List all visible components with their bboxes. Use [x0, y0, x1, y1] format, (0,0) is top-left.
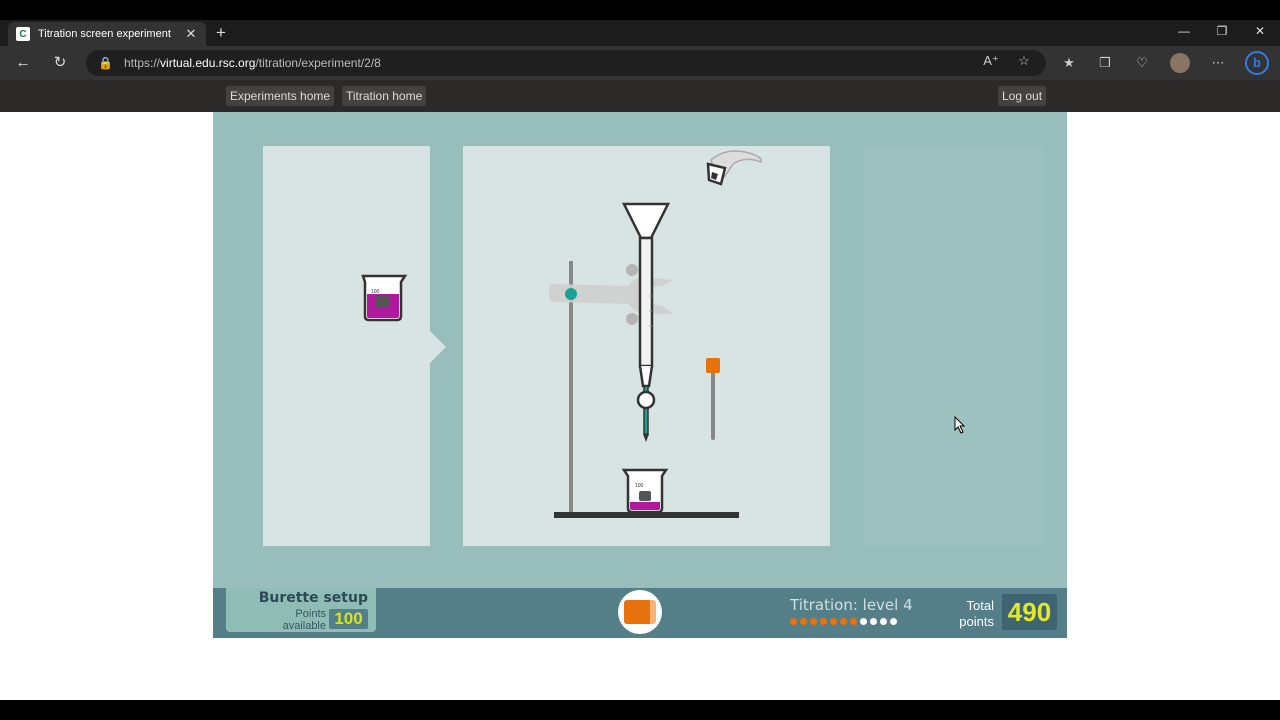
page-content: 100 100 Burette setup Points available 1… — [0, 112, 1280, 700]
progress-dot — [820, 618, 827, 625]
collections-icon[interactable]: ❐ — [1096, 55, 1114, 73]
favorites-icon[interactable]: ★ — [1060, 55, 1078, 73]
status-bar: Burette setup Points available 100 Titra… — [213, 588, 1067, 638]
read-aloud-icon[interactable]: A⁺ — [982, 53, 1000, 69]
tab-title: Titration screen experiment — [38, 28, 171, 40]
points-available-label: Points available — [282, 608, 326, 632]
stirring-rod[interactable] — [711, 370, 715, 440]
total-points-label: Total points — [959, 598, 994, 629]
browser-window: C Titration screen experiment ✕ + — ❐ ✕ … — [0, 20, 1280, 700]
site-navigation: Experiments home Titration home Log out — [0, 80, 1280, 112]
screen: C Titration screen experiment ✕ + — ❐ ✕ … — [0, 0, 1280, 720]
panel-pointer — [430, 331, 446, 363]
points-available-value: 100 — [329, 609, 368, 629]
equipment-panel: 100 — [263, 146, 430, 546]
new-tab-button[interactable]: + — [212, 24, 230, 42]
rod-stopper — [706, 358, 720, 373]
burette-clamp[interactable] — [549, 264, 673, 325]
titration-apparatus: 100 — [549, 150, 762, 518]
hidden-results-panel — [863, 146, 1043, 546]
progress-dot — [840, 618, 847, 625]
progress-dot — [790, 618, 797, 625]
stage-box: Burette setup Points available 100 — [226, 588, 376, 632]
mouse-cursor-icon — [954, 416, 966, 434]
browser-tab[interactable]: C Titration screen experiment ✕ — [8, 22, 206, 46]
flask-beaker[interactable]: 100 — [621, 468, 669, 514]
reset-icon — [624, 600, 652, 624]
flask-label-text: 100 — [635, 483, 644, 489]
workspace-panel: 100 — [463, 146, 830, 546]
progress-dot — [850, 618, 857, 625]
url-bar[interactable]: 🔒 https://virtual.edu.rsc.org/titration/… — [86, 50, 1046, 76]
profile-avatar[interactable] — [1170, 53, 1190, 73]
total-points-value: 490 — [1002, 594, 1057, 630]
bing-copilot-icon[interactable]: b — [1245, 51, 1269, 75]
indicator-beaker[interactable]: 100 — [263, 146, 430, 546]
experiments-home-button[interactable]: Experiments home — [226, 86, 335, 106]
restore-button[interactable]: ❐ — [1212, 24, 1232, 38]
lock-icon: 🔒 — [98, 56, 113, 70]
url-text: https://virtual.edu.rsc.org/titration/ex… — [124, 56, 381, 70]
minimize-button[interactable]: — — [1174, 24, 1194, 38]
beaker-label-text: 100 — [371, 289, 380, 295]
reset-button[interactable] — [618, 590, 662, 634]
tab-strip: C Titration screen experiment ✕ + — ❐ ✕ — [0, 20, 1280, 46]
browser-essentials-icon[interactable]: ♡ — [1133, 55, 1151, 73]
rsc-favicon-icon: C — [16, 27, 30, 41]
titration-home-button[interactable]: Titration home — [342, 86, 427, 106]
more-menu-icon[interactable]: ⋯ — [1209, 55, 1227, 73]
funnel[interactable] — [621, 202, 671, 240]
progress-dot — [810, 618, 817, 625]
simulation-area: 100 100 Burette setup Points available 1… — [213, 112, 1067, 638]
progress-dot — [830, 618, 837, 625]
back-arrow-icon[interactable]: ← — [13, 54, 33, 72]
stage-title: Burette setup — [258, 590, 368, 606]
level-title: Titration: level 4 — [790, 596, 913, 614]
progress-dot — [880, 618, 887, 625]
progress-dot — [870, 618, 877, 625]
log-out-button[interactable]: Log out — [998, 86, 1047, 106]
progress-dot — [890, 618, 897, 625]
progress-dot — [800, 618, 807, 625]
level-progress-dots — [790, 618, 897, 625]
tab-close-icon[interactable]: ✕ — [184, 26, 198, 42]
close-window-button[interactable]: ✕ — [1250, 24, 1270, 38]
burette[interactable] — [636, 236, 656, 442]
wash-bottle-icon[interactable] — [706, 150, 762, 186]
address-bar-row: ← ↻ 🔒 https://virtual.edu.rsc.org/titrat… — [0, 46, 1280, 80]
refresh-icon[interactable]: ↻ — [50, 54, 70, 72]
favorite-star-icon[interactable]: ☆ — [1015, 53, 1033, 69]
progress-dot — [860, 618, 867, 625]
